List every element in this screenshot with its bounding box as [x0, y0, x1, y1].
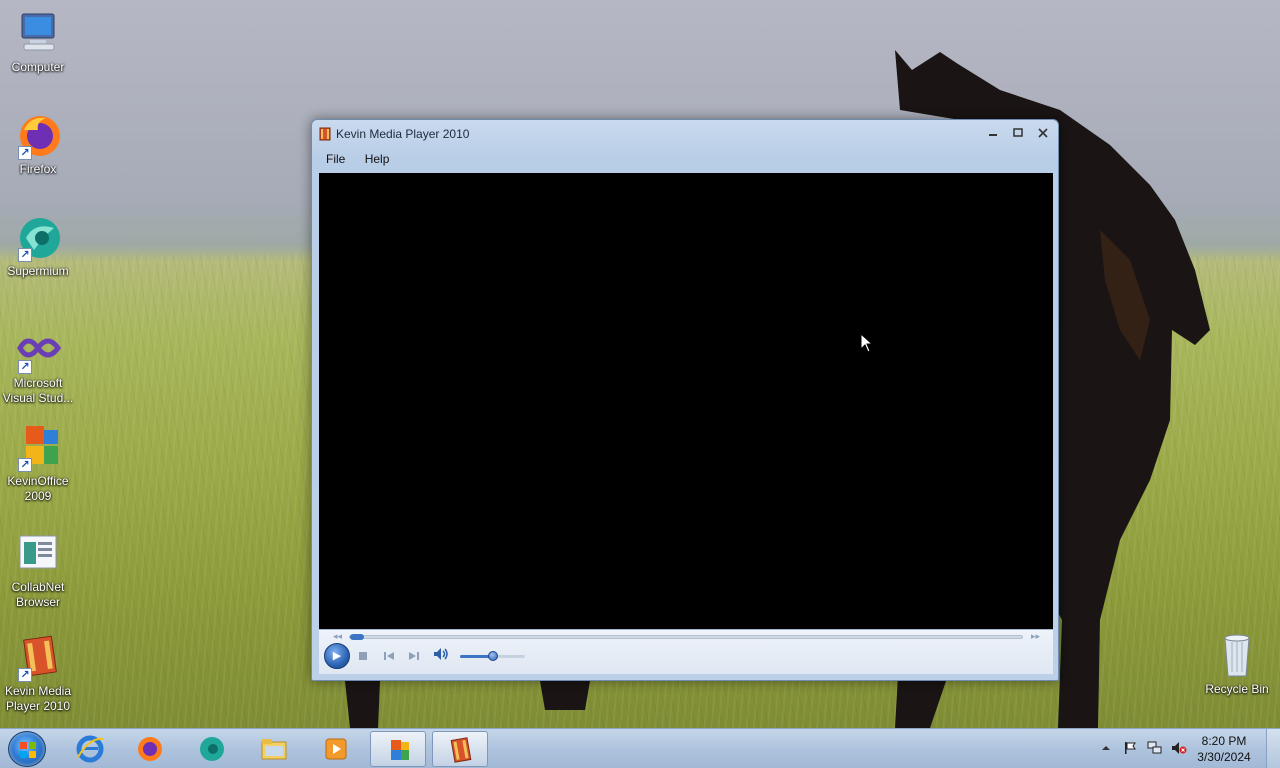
- taskbar-media-player[interactable]: [308, 731, 364, 767]
- windows-logo-icon: [20, 742, 36, 758]
- volume-tray-button[interactable]: [1171, 741, 1187, 757]
- media-player-film-icon: [319, 127, 331, 141]
- visual-studio-icon: ↗: [14, 326, 62, 374]
- media-play-icon: [325, 738, 347, 760]
- shortcut-arrow-icon: ↗: [18, 360, 32, 374]
- taskbar-supermium[interactable]: [184, 731, 240, 767]
- next-button[interactable]: [403, 647, 425, 669]
- taskbar-firefox[interactable]: [122, 731, 178, 767]
- supermium-icon: [200, 737, 224, 761]
- show-desktop-button[interactable]: [1266, 729, 1280, 768]
- minimize-icon: [989, 134, 997, 136]
- desktop-icon-firefox[interactable]: ↗ Firefox: [0, 112, 76, 177]
- stop-button[interactable]: [352, 647, 374, 669]
- seek-back-icon: ◂◂: [333, 631, 343, 641]
- mouse-cursor-icon: [860, 333, 874, 353]
- video-display[interactable]: [319, 173, 1053, 629]
- desktop-icon-label: Computer: [11, 60, 65, 74]
- desktop-icon-label: Recycle Bin: [1205, 682, 1269, 696]
- firefox-icon: ↗: [14, 112, 62, 160]
- desktop-icon-label: KevinOffice 2009: [7, 474, 69, 503]
- volume-slider[interactable]: [460, 651, 525, 661]
- mute-button[interactable]: [430, 647, 452, 669]
- clock-date: 3/30/2024: [1197, 750, 1251, 764]
- network-icon: [1147, 741, 1162, 754]
- network-button[interactable]: [1147, 741, 1163, 757]
- minimize-button[interactable]: [982, 125, 1004, 143]
- window-title: Kevin Media Player 2010: [336, 127, 470, 141]
- speaker-icon: [434, 648, 448, 660]
- action-center-button[interactable]: [1122, 741, 1138, 757]
- menu-help[interactable]: Help: [357, 150, 398, 168]
- recycle-bin-icon: [1213, 632, 1261, 680]
- taskbar-kevin-media-player[interactable]: [432, 731, 488, 767]
- kevinoffice-icon: [391, 740, 409, 760]
- shortcut-arrow-icon: ↗: [18, 458, 32, 472]
- media-player-film-icon: [450, 737, 472, 763]
- maximize-icon: [1013, 128, 1023, 137]
- close-icon: [1038, 128, 1048, 138]
- next-icon: [409, 652, 419, 660]
- taskbar: 8:20 PM 3/30/2024: [0, 728, 1280, 768]
- internet-explorer-icon: [76, 735, 104, 763]
- computer-icon: [14, 10, 62, 58]
- clock-time: 8:20 PM: [1201, 734, 1247, 748]
- desktop-icon-collabnet[interactable]: CollabNet Browser: [0, 530, 76, 610]
- desktop-icon-label: Supermium: [7, 264, 69, 278]
- desktop-icon-visual-studio[interactable]: ↗ Microsoft Visual Stud...: [0, 326, 76, 406]
- desktop-icon-label: Microsoft Visual Stud...: [2, 376, 74, 405]
- taskbar-file-explorer[interactable]: [246, 731, 302, 767]
- supermium-icon: ↗: [14, 214, 62, 262]
- firefox-icon: [138, 737, 162, 761]
- desktop-icon-label: Kevin Media Player 2010: [4, 684, 72, 713]
- desktop-icon-supermium[interactable]: ↗ Supermium: [0, 214, 76, 279]
- maximize-button[interactable]: [1007, 125, 1029, 143]
- desktop-icon-recycle-bin[interactable]: Recycle Bin: [1199, 632, 1275, 697]
- title-bar[interactable]: Kevin Media Player 2010: [312, 120, 1058, 148]
- previous-button[interactable]: [378, 647, 400, 669]
- flag-icon: [1125, 742, 1136, 754]
- shortcut-arrow-icon: ↗: [18, 146, 32, 160]
- kevinoffice-icon: ↗: [14, 424, 62, 472]
- desktop-icon-label: Firefox: [19, 162, 57, 176]
- media-player-film-icon: ↗: [14, 634, 62, 682]
- start-button[interactable]: [8, 731, 46, 767]
- seek-forward-icon: ▸▸: [1031, 631, 1041, 641]
- taskbar-clock[interactable]: 8:20 PM 3/30/2024: [1192, 733, 1256, 765]
- media-player-window[interactable]: Kevin Media Player 2010 File Help ◂◂ ▸▸ …: [311, 119, 1059, 681]
- menu-bar: File Help: [318, 150, 397, 170]
- desktop-icon-computer[interactable]: Computer: [0, 10, 76, 75]
- seek-thumb[interactable]: [350, 634, 364, 640]
- taskbar-internet-explorer[interactable]: [62, 731, 118, 767]
- stop-icon: [359, 652, 367, 660]
- chevron-up-icon: [1102, 746, 1110, 750]
- collabnet-browser-icon: [14, 530, 62, 578]
- taskbar-kevinoffice[interactable]: [370, 731, 426, 767]
- close-button[interactable]: [1032, 125, 1054, 143]
- folder-icon: [261, 739, 287, 760]
- playback-controls: ◂◂ ▸▸ ▶: [319, 629, 1053, 674]
- volume-thumb[interactable]: [487, 651, 498, 661]
- shortcut-arrow-icon: ↗: [18, 248, 32, 262]
- previous-icon: [384, 652, 394, 660]
- menu-file[interactable]: File: [318, 150, 353, 168]
- desktop-icon-kevin-media-player[interactable]: ↗ Kevin Media Player 2010: [0, 634, 76, 714]
- play-button[interactable]: ▶: [324, 643, 350, 669]
- desktop-icon-kevinoffice[interactable]: ↗ KevinOffice 2009: [0, 424, 76, 504]
- shortcut-arrow-icon: ↗: [18, 668, 32, 682]
- show-hidden-icons-button[interactable]: [1098, 741, 1114, 757]
- volume-muted-icon: [1172, 742, 1187, 754]
- desktop-icon-label: CollabNet Browser: [11, 580, 65, 609]
- seek-bar[interactable]: [349, 634, 1023, 640]
- play-icon: ▶: [332, 650, 342, 662]
